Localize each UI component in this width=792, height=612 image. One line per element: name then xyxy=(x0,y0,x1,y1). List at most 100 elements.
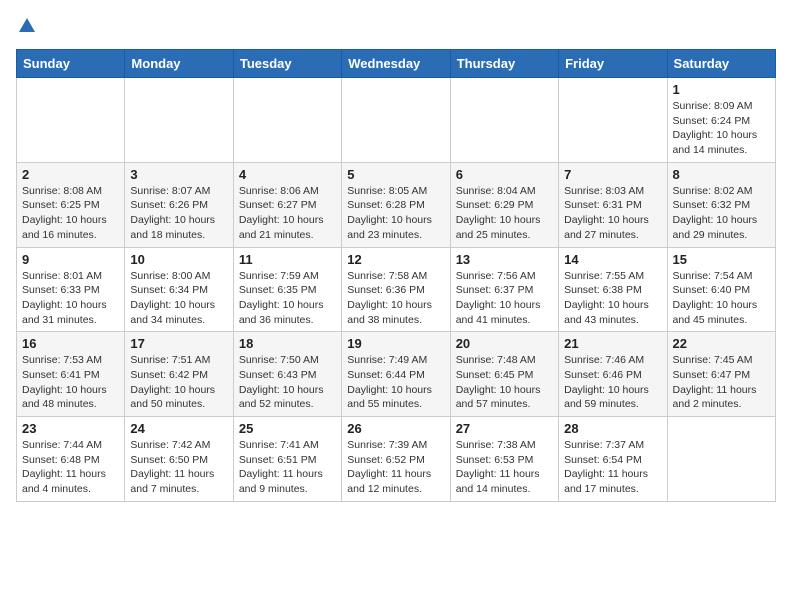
day-number: 4 xyxy=(239,167,336,182)
calendar-cell xyxy=(342,78,450,163)
day-number: 24 xyxy=(130,421,227,436)
day-number: 2 xyxy=(22,167,119,182)
calendar-cell: 24 Sunrise: 7:42 AM Sunset: 6:50 PM Dayli… xyxy=(125,417,233,502)
calendar-cell xyxy=(450,78,558,163)
calendar-cell: 13 Sunrise: 7:56 AM Sunset: 6:37 PM Dayli… xyxy=(450,247,558,332)
day-number: 26 xyxy=(347,421,444,436)
day-info: Sunrise: 7:48 AM Sunset: 6:45 PM Dayligh… xyxy=(456,353,553,412)
calendar-cell: 3 Sunrise: 8:07 AM Sunset: 6:26 PM Daylig… xyxy=(125,162,233,247)
day-info: Sunrise: 7:51 AM Sunset: 6:42 PM Dayligh… xyxy=(130,353,227,412)
day-number: 9 xyxy=(22,252,119,267)
day-info: Sunrise: 7:38 AM Sunset: 6:53 PM Dayligh… xyxy=(456,438,553,497)
calendar-cell: 26 Sunrise: 7:39 AM Sunset: 6:52 PM Dayli… xyxy=(342,417,450,502)
day-number: 5 xyxy=(347,167,444,182)
day-info: Sunrise: 8:03 AM Sunset: 6:31 PM Dayligh… xyxy=(564,184,661,243)
calendar-cell: 7 Sunrise: 8:03 AM Sunset: 6:31 PM Daylig… xyxy=(559,162,667,247)
day-number: 25 xyxy=(239,421,336,436)
calendar-cell: 20Sunrise: 7:48 AM Sunset: 6:45 PM Dayli… xyxy=(450,332,558,417)
logo-icon xyxy=(18,16,36,34)
day-number: 3 xyxy=(130,167,227,182)
calendar-cell: 6Sunrise: 8:04 AM Sunset: 6:29 PM Daylig… xyxy=(450,162,558,247)
day-number: 13 xyxy=(456,252,553,267)
day-info: Sunrise: 8:05 AM Sunset: 6:28 PM Dayligh… xyxy=(347,184,444,243)
day-number: 6 xyxy=(456,167,553,182)
day-number: 22 xyxy=(673,336,770,351)
calendar-cell: 22 Sunrise: 7:45 AM Sunset: 6:47 PM Dayli… xyxy=(667,332,775,417)
day-info: Sunrise: 8:07 AM Sunset: 6:26 PM Dayligh… xyxy=(130,184,227,243)
day-info: Sunrise: 7:46 AM Sunset: 6:46 PM Dayligh… xyxy=(564,353,661,412)
calendar-cell xyxy=(17,78,125,163)
day-info: Sunrise: 8:06 AM Sunset: 6:27 PM Dayligh… xyxy=(239,184,336,243)
day-number: 18 xyxy=(239,336,336,351)
day-info: Sunrise: 7:42 AM Sunset: 6:50 PM Dayligh… xyxy=(130,438,227,497)
calendar-week-row: 16 Sunrise: 7:53 AM Sunset: 6:41 PM Dayli… xyxy=(17,332,776,417)
weekday-header: Sunday xyxy=(17,50,125,78)
calendar-cell: 9 Sunrise: 8:01 AM Sunset: 6:33 PM Daylig… xyxy=(17,247,125,332)
day-info: Sunrise: 7:54 AM Sunset: 6:40 PM Dayligh… xyxy=(673,269,770,328)
day-number: 19 xyxy=(347,336,444,351)
calendar-cell: 17 Sunrise: 7:51 AM Sunset: 6:42 PM Dayli… xyxy=(125,332,233,417)
calendar-cell: 28 Sunrise: 7:37 AM Sunset: 6:54 PM Dayli… xyxy=(559,417,667,502)
day-number: 14 xyxy=(564,252,661,267)
day-number: 16 xyxy=(22,336,119,351)
calendar-cell: 14 Sunrise: 7:55 AM Sunset: 6:38 PM Dayli… xyxy=(559,247,667,332)
calendar-cell: 8Sunrise: 8:02 AM Sunset: 6:32 PM Daylig… xyxy=(667,162,775,247)
day-info: Sunrise: 8:08 AM Sunset: 6:25 PM Dayligh… xyxy=(22,184,119,243)
day-info: Sunrise: 7:39 AM Sunset: 6:52 PM Dayligh… xyxy=(347,438,444,497)
calendar-cell: 21Sunrise: 7:46 AM Sunset: 6:46 PM Dayli… xyxy=(559,332,667,417)
calendar-cell: 19 Sunrise: 7:49 AM Sunset: 6:44 PM Dayli… xyxy=(342,332,450,417)
calendar-week-row: 23Sunrise: 7:44 AM Sunset: 6:48 PM Dayli… xyxy=(17,417,776,502)
calendar-cell: 23Sunrise: 7:44 AM Sunset: 6:48 PM Dayli… xyxy=(17,417,125,502)
day-info: Sunrise: 7:41 AM Sunset: 6:51 PM Dayligh… xyxy=(239,438,336,497)
day-number: 28 xyxy=(564,421,661,436)
calendar-cell: 18 Sunrise: 7:50 AM Sunset: 6:43 PM Dayli… xyxy=(233,332,341,417)
logo xyxy=(16,16,36,39)
day-info: Sunrise: 7:49 AM Sunset: 6:44 PM Dayligh… xyxy=(347,353,444,412)
calendar-cell: 25 Sunrise: 7:41 AM Sunset: 6:51 PM Dayli… xyxy=(233,417,341,502)
day-info: Sunrise: 7:59 AM Sunset: 6:35 PM Dayligh… xyxy=(239,269,336,328)
calendar-cell: 4 Sunrise: 8:06 AM Sunset: 6:27 PM Daylig… xyxy=(233,162,341,247)
calendar-cell: 11 Sunrise: 7:59 AM Sunset: 6:35 PM Dayli… xyxy=(233,247,341,332)
day-number: 12 xyxy=(347,252,444,267)
weekday-header: Saturday xyxy=(667,50,775,78)
day-info: Sunrise: 7:55 AM Sunset: 6:38 PM Dayligh… xyxy=(564,269,661,328)
calendar-cell xyxy=(559,78,667,163)
calendar-cell: 15 Sunrise: 7:54 AM Sunset: 6:40 PM Dayli… xyxy=(667,247,775,332)
calendar-cell: 16 Sunrise: 7:53 AM Sunset: 6:41 PM Dayli… xyxy=(17,332,125,417)
day-info: Sunrise: 7:37 AM Sunset: 6:54 PM Dayligh… xyxy=(564,438,661,497)
calendar-week-row: 9 Sunrise: 8:01 AM Sunset: 6:33 PM Daylig… xyxy=(17,247,776,332)
calendar-week-row: 2 Sunrise: 8:08 AM Sunset: 6:25 PM Daylig… xyxy=(17,162,776,247)
day-info: Sunrise: 7:53 AM Sunset: 6:41 PM Dayligh… xyxy=(22,353,119,412)
weekday-header: Tuesday xyxy=(233,50,341,78)
day-info: Sunrise: 7:58 AM Sunset: 6:36 PM Dayligh… xyxy=(347,269,444,328)
calendar-table: SundayMondayTuesdayWednesdayThursdayFrid… xyxy=(16,49,776,502)
weekday-header: Monday xyxy=(125,50,233,78)
page-header xyxy=(16,16,776,39)
day-number: 8 xyxy=(673,167,770,182)
day-info: Sunrise: 8:09 AM Sunset: 6:24 PM Dayligh… xyxy=(673,99,770,158)
weekday-header: Thursday xyxy=(450,50,558,78)
day-info: Sunrise: 8:00 AM Sunset: 6:34 PM Dayligh… xyxy=(130,269,227,328)
day-number: 11 xyxy=(239,252,336,267)
day-info: Sunrise: 7:56 AM Sunset: 6:37 PM Dayligh… xyxy=(456,269,553,328)
day-info: Sunrise: 7:45 AM Sunset: 6:47 PM Dayligh… xyxy=(673,353,770,412)
calendar-week-row: 1Sunrise: 8:09 AM Sunset: 6:24 PM Daylig… xyxy=(17,78,776,163)
calendar-cell xyxy=(125,78,233,163)
calendar-cell: 2 Sunrise: 8:08 AM Sunset: 6:25 PM Daylig… xyxy=(17,162,125,247)
day-info: Sunrise: 7:50 AM Sunset: 6:43 PM Dayligh… xyxy=(239,353,336,412)
day-number: 15 xyxy=(673,252,770,267)
calendar-cell: 10 Sunrise: 8:00 AM Sunset: 6:34 PM Dayli… xyxy=(125,247,233,332)
calendar-cell xyxy=(233,78,341,163)
calendar-cell: 1Sunrise: 8:09 AM Sunset: 6:24 PM Daylig… xyxy=(667,78,775,163)
calendar-cell: 27 Sunrise: 7:38 AM Sunset: 6:53 PM Dayli… xyxy=(450,417,558,502)
day-number: 27 xyxy=(456,421,553,436)
day-number: 10 xyxy=(130,252,227,267)
day-info: Sunrise: 8:01 AM Sunset: 6:33 PM Dayligh… xyxy=(22,269,119,328)
weekday-header: Wednesday xyxy=(342,50,450,78)
calendar-cell: 12 Sunrise: 7:58 AM Sunset: 6:36 PM Dayli… xyxy=(342,247,450,332)
calendar-cell xyxy=(667,417,775,502)
calendar-cell: 5 Sunrise: 8:05 AM Sunset: 6:28 PM Daylig… xyxy=(342,162,450,247)
day-number: 23 xyxy=(22,421,119,436)
day-number: 17 xyxy=(130,336,227,351)
day-number: 7 xyxy=(564,167,661,182)
